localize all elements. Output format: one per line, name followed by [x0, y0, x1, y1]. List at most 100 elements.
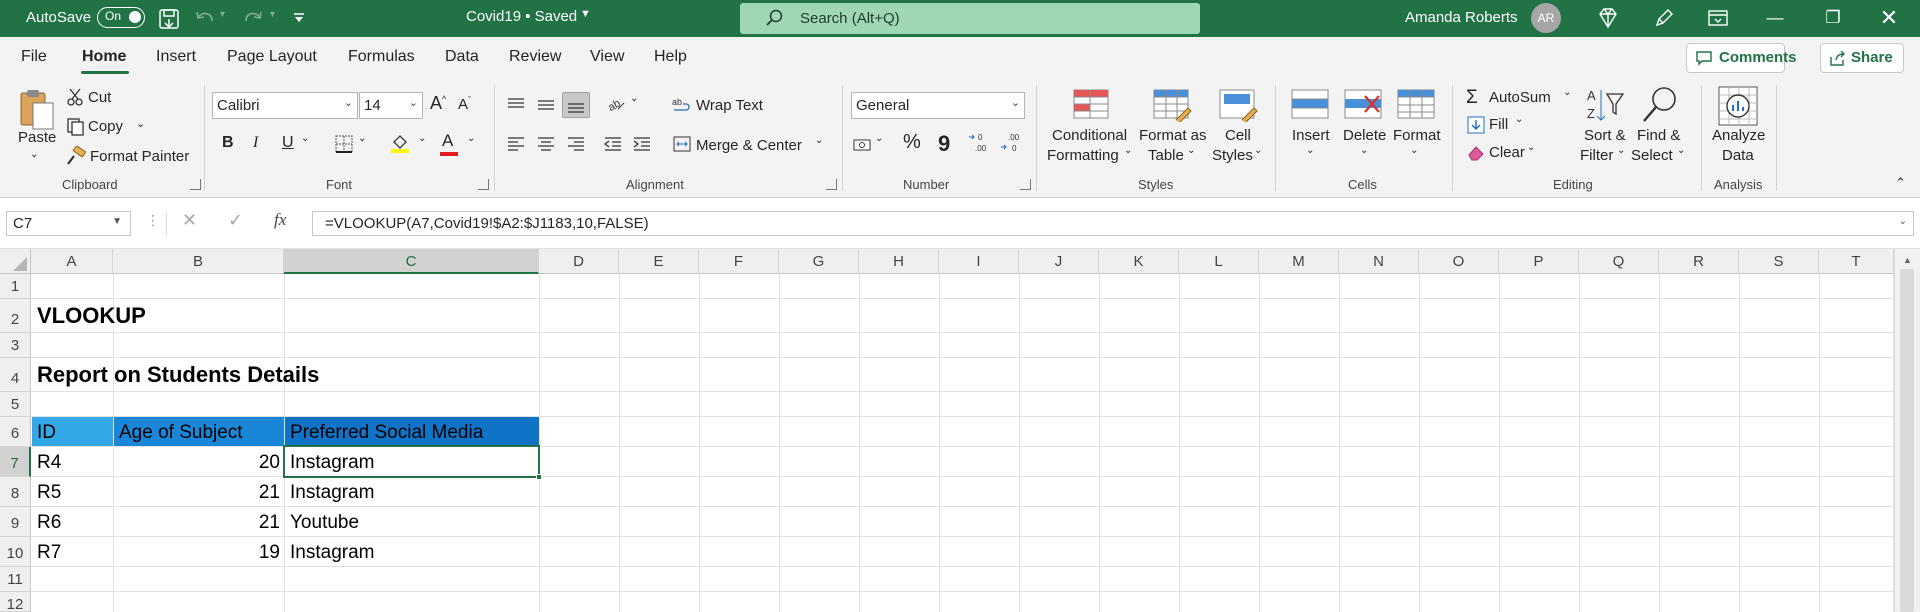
- row-header-5[interactable]: 5: [0, 392, 31, 417]
- currency-icon[interactable]: [852, 135, 872, 155]
- decrease-indent-icon[interactable]: [603, 134, 623, 154]
- copy-icon[interactable]: [66, 117, 86, 137]
- tab-page-layout[interactable]: Page Layout: [227, 48, 317, 66]
- analyze-data-label-2[interactable]: Data: [1722, 147, 1754, 164]
- column-header-e[interactable]: E: [619, 249, 699, 274]
- conditional-dropdown-icon[interactable]: ⌄: [1124, 145, 1132, 156]
- cut-label[interactable]: Cut: [88, 89, 111, 106]
- cell-b10[interactable]: 19: [114, 537, 284, 566]
- insert-function-icon[interactable]: fx: [274, 210, 286, 230]
- font-dialog-launcher[interactable]: [478, 179, 489, 190]
- underline-dropdown-icon[interactable]: ⌄: [301, 133, 309, 144]
- sort-filter-label-2[interactable]: Filter: [1580, 147, 1613, 164]
- underline-button[interactable]: U: [282, 134, 294, 152]
- analyze-data-icon[interactable]: [1717, 85, 1759, 127]
- format-as-table-label[interactable]: Format as: [1139, 127, 1207, 144]
- cell-a9[interactable]: R6: [32, 507, 113, 536]
- format-table-dropdown-icon[interactable]: ⌄: [1187, 145, 1195, 156]
- conditional-formatting-label[interactable]: Conditional: [1052, 127, 1127, 144]
- merge-center-icon[interactable]: [672, 134, 692, 154]
- ribbon-display-icon[interactable]: [1707, 8, 1729, 28]
- conditional-formatting-label-2[interactable]: Formatting: [1047, 147, 1119, 164]
- cell-styles-icon[interactable]: [1218, 88, 1258, 122]
- tab-help[interactable]: Help: [654, 48, 687, 66]
- format-as-table-icon[interactable]: [1152, 88, 1192, 122]
- sort-filter-icon[interactable]: AZ: [1585, 86, 1625, 126]
- scroll-up-icon[interactable]: ▲: [1903, 255, 1912, 265]
- save-icon[interactable]: [158, 8, 180, 30]
- document-title[interactable]: Covid19 • Saved: [466, 8, 577, 25]
- fill-icon[interactable]: [1466, 115, 1486, 135]
- cell-b6-header[interactable]: Age of Subject: [114, 417, 284, 446]
- cell-a10[interactable]: R7: [32, 537, 113, 566]
- borders-dropdown-icon[interactable]: ⌄: [358, 133, 366, 144]
- clear-icon[interactable]: [1466, 143, 1486, 163]
- fill-color-icon[interactable]: [390, 133, 410, 153]
- row-header-3[interactable]: 3: [0, 333, 31, 358]
- column-header-n[interactable]: N: [1339, 249, 1419, 274]
- pen-icon[interactable]: [1652, 6, 1676, 30]
- alignment-dialog-launcher[interactable]: [826, 179, 837, 190]
- vertical-scrollbar[interactable]: ▲: [1894, 249, 1920, 612]
- insert-cells-dropdown-icon[interactable]: ⌄: [1306, 145, 1314, 156]
- fill-dropdown-icon[interactable]: ⌄: [1515, 114, 1523, 125]
- paste-label[interactable]: Paste: [18, 129, 56, 146]
- tab-view[interactable]: View: [590, 48, 624, 66]
- active-cell-selection[interactable]: [283, 445, 540, 478]
- fill-handle[interactable]: [536, 474, 542, 480]
- column-header-r[interactable]: R: [1659, 249, 1739, 274]
- comma-button[interactable]: 9: [938, 131, 950, 157]
- font-size-combo[interactable]: 14 ⌄: [359, 92, 423, 119]
- collapse-ribbon-icon[interactable]: ⌃: [1895, 175, 1906, 191]
- customize-toolbar-icon[interactable]: [292, 11, 306, 25]
- cell-c6-header[interactable]: Preferred Social Media: [285, 417, 539, 446]
- wrap-text-label[interactable]: Wrap Text: [696, 97, 763, 114]
- row-header-10[interactable]: 10: [0, 537, 31, 567]
- cell-b8[interactable]: 21: [114, 477, 284, 506]
- diamond-icon[interactable]: [1596, 7, 1620, 29]
- autosum-label[interactable]: AutoSum: [1489, 89, 1551, 106]
- sort-filter-dropdown-icon[interactable]: ⌄: [1617, 145, 1625, 156]
- row-header-11[interactable]: 11: [0, 567, 31, 592]
- column-header-l[interactable]: L: [1179, 249, 1259, 274]
- font-color-icon[interactable]: A: [442, 131, 453, 151]
- tab-review[interactable]: Review: [509, 48, 561, 66]
- copy-label[interactable]: Copy: [88, 118, 123, 135]
- search-box[interactable]: Search (Alt+Q): [740, 3, 1200, 34]
- cell-b9[interactable]: 21: [114, 507, 284, 536]
- cell-c10[interactable]: Instagram: [285, 537, 539, 566]
- delete-cells-label[interactable]: Delete: [1343, 127, 1386, 144]
- number-dialog-launcher[interactable]: [1020, 179, 1031, 190]
- tab-insert[interactable]: Insert: [156, 48, 196, 66]
- merge-center-label[interactable]: Merge & Center: [696, 137, 802, 154]
- copy-dropdown-icon[interactable]: ⌄: [136, 117, 145, 130]
- format-painter-label[interactable]: Format Painter: [90, 148, 189, 165]
- paste-icon[interactable]: [17, 87, 57, 131]
- find-select-label-2[interactable]: Select: [1631, 147, 1673, 164]
- bold-button[interactable]: B: [222, 134, 234, 152]
- restore-icon[interactable]: ❐: [1810, 0, 1856, 37]
- column-header-c[interactable]: C: [284, 249, 539, 274]
- clipboard-dialog-launcher[interactable]: [190, 179, 201, 190]
- scrollbar-thumb[interactable]: [1900, 269, 1914, 612]
- close-icon[interactable]: ✕: [1866, 0, 1912, 37]
- column-header-f[interactable]: F: [699, 249, 779, 274]
- clear-dropdown-icon[interactable]: ⌄: [1527, 142, 1535, 153]
- column-header-p[interactable]: P: [1499, 249, 1579, 274]
- column-header-s[interactable]: S: [1739, 249, 1819, 274]
- number-format-combo[interactable]: General ⌄: [851, 92, 1025, 119]
- name-box[interactable]: C7 ▼: [6, 211, 131, 236]
- cell-a4-subtitle[interactable]: Report on Students Details: [32, 362, 319, 391]
- column-header-i[interactable]: I: [939, 249, 1019, 274]
- wrap-text-icon[interactable]: ab: [672, 96, 692, 116]
- cell-c9[interactable]: Youtube: [285, 507, 539, 536]
- cell-styles-dropdown-icon[interactable]: ⌄: [1254, 145, 1262, 156]
- borders-icon[interactable]: [334, 134, 354, 154]
- delete-cells-icon[interactable]: [1343, 88, 1385, 122]
- tab-data[interactable]: Data: [445, 48, 479, 66]
- currency-dropdown-icon[interactable]: ⌄: [875, 133, 883, 144]
- cancel-icon[interactable]: ✕: [182, 210, 197, 231]
- cell-a8[interactable]: R5: [32, 477, 113, 506]
- undo-icon[interactable]: [194, 9, 216, 29]
- select-all-button[interactable]: [0, 249, 31, 274]
